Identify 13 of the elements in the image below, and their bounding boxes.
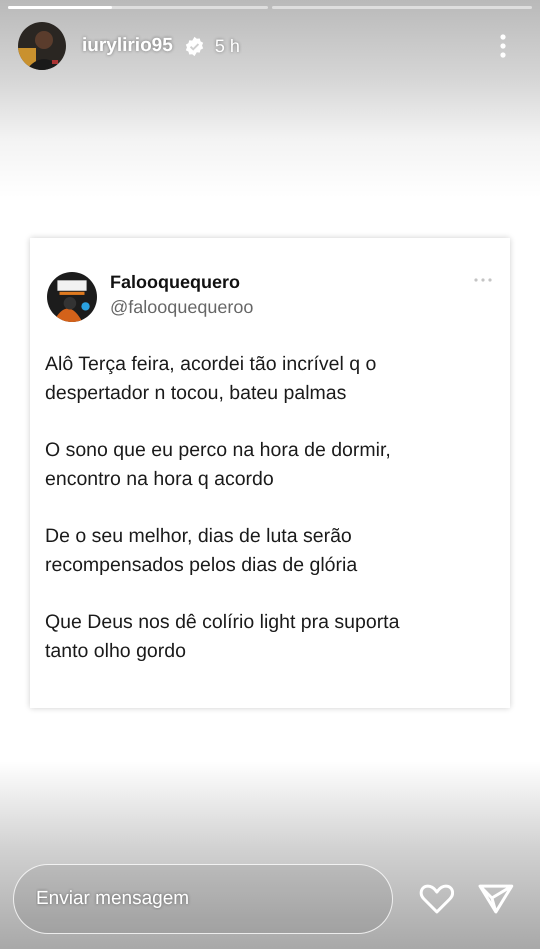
more-options-icon[interactable] (500, 34, 506, 58)
post-time: 5 h (214, 36, 240, 56)
message-field[interactable]: Enviar mensagem (13, 864, 392, 934)
heart-icon[interactable] (418, 883, 454, 915)
username[interactable]: iurylirio95 (82, 35, 173, 57)
post-paragraph: Alô Terça feira, acordei tão incrível q o despertador n tocou, bateu palmas (45, 352, 378, 406)
post-paragraph: Que Deus nos dê colírio light pra suporta tanto olho gordo (45, 610, 400, 664)
post-paragraph: De o seu melhor, dias de luta serão recompensados pelos dias de glória (45, 524, 358, 578)
more-options-icon (474, 278, 492, 282)
account-handle: @falooquequeroo (110, 297, 254, 318)
post-paragraph: O sono que eu perco na hora de dormir, encontro na hora q acordo (45, 438, 392, 492)
send-icon[interactable] (478, 883, 514, 915)
account-name: Falooquequero (110, 272, 241, 293)
